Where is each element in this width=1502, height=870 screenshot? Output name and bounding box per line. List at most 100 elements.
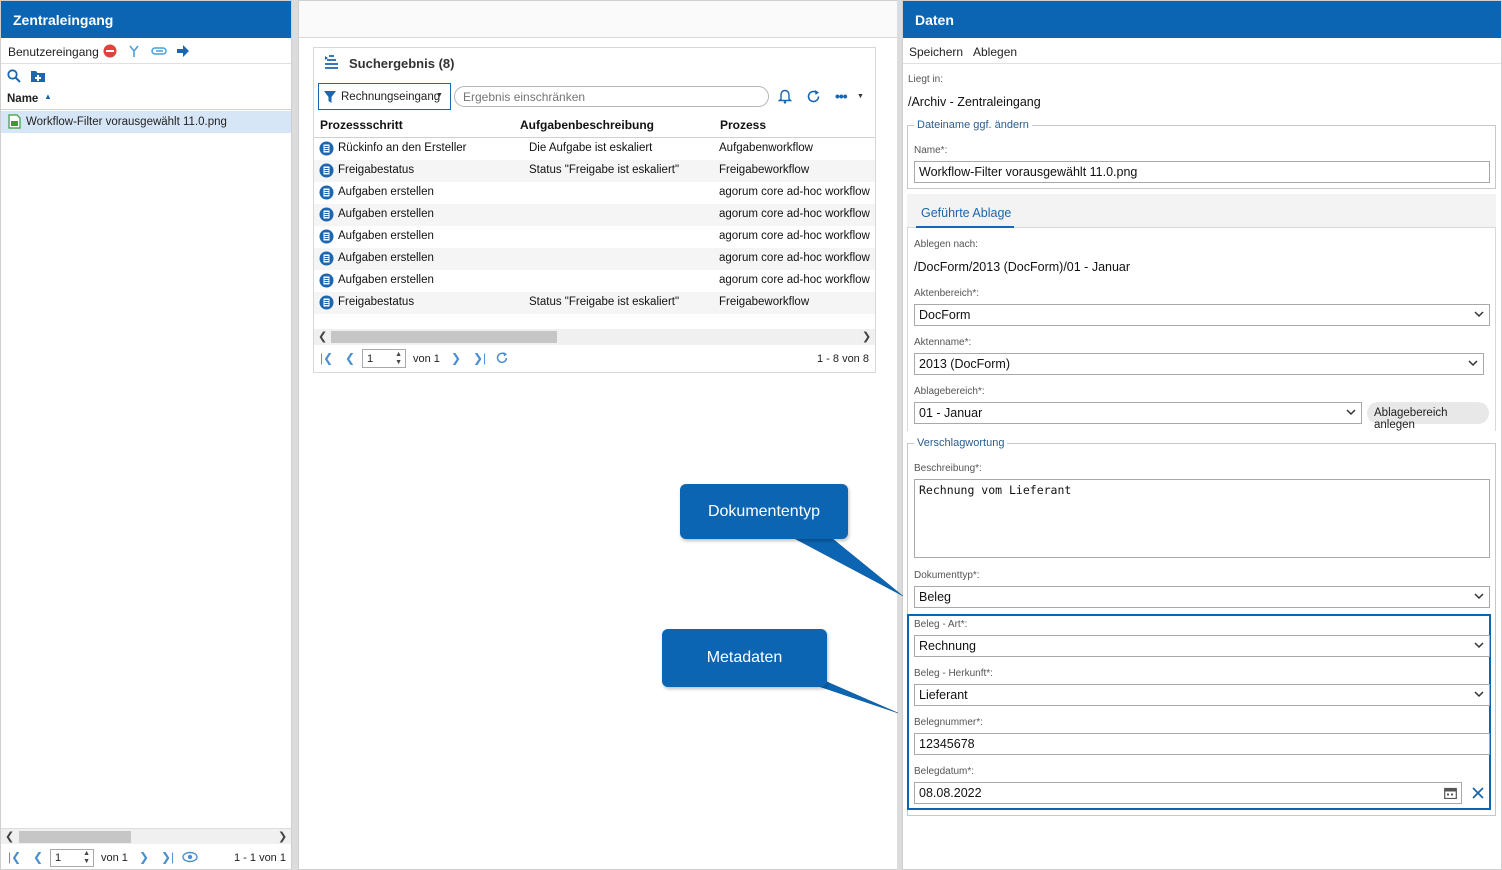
column-prozessschritt[interactable]: Prozessschritt xyxy=(320,118,403,132)
left-pager: |❮ ❮ 1 ▲ ▼ von 1 ❯ ❯| 1 - 1 von 1 xyxy=(1,847,291,869)
page-number: 1 xyxy=(367,353,374,365)
beleg-herkunft-select[interactable]: Lieferant xyxy=(914,684,1490,706)
beleg-art-value: Rechnung xyxy=(919,639,976,653)
ablagebereich-anlegen-button[interactable]: Ablagebereich anlegen xyxy=(1367,402,1489,431)
beleg-art-select[interactable]: Rechnung xyxy=(914,635,1490,657)
scroll-right-icon[interactable]: ❯ xyxy=(278,830,287,843)
aktenbereich-select[interactable]: DocForm xyxy=(914,304,1490,326)
column-aufgabenbeschreibung[interactable]: Aufgabenbeschreibung xyxy=(520,118,654,132)
search-input[interactable] xyxy=(454,86,769,107)
ablegen-button[interactable]: Ablegen xyxy=(973,45,1017,59)
table-row[interactable]: Aufgaben erstellen agorum core ad-hoc wor… xyxy=(314,204,875,226)
branch-icon[interactable] xyxy=(127,44,141,58)
name-column-label: Name xyxy=(7,93,39,105)
workflow-task-icon xyxy=(319,273,334,288)
table-row[interactable]: Freigabestatus Status "Freigabe ist eskal… xyxy=(314,292,875,314)
refresh-icon[interactable] xyxy=(806,89,821,104)
table-row[interactable]: Freigabestatus Status "Freigabe ist eskal… xyxy=(314,160,875,182)
next-page-icon[interactable]: ❯ xyxy=(451,351,461,365)
tab-gefuehrte-ablage[interactable]: Geführte Ablage xyxy=(916,204,1014,228)
verschlagwortung-legend: Verschlagwortung xyxy=(914,437,1008,449)
scroll-thumb[interactable] xyxy=(19,831,131,843)
new-folder-icon[interactable] xyxy=(30,69,46,83)
page-input[interactable]: 1 ▲ ▼ xyxy=(362,349,406,368)
name-field[interactable]: Workflow-Filter vorausgewählt 11.0.png xyxy=(914,161,1490,183)
table-row[interactable]: Aufgaben erstellen agorum core ad-hoc wor… xyxy=(314,270,875,292)
bell-icon[interactable] xyxy=(778,89,792,104)
cell-step: Aufgaben erstellen xyxy=(338,186,434,198)
table-row[interactable]: Rückinfo an den Ersteller Die Aufgabe ist… xyxy=(314,138,875,160)
attachment-icon[interactable] xyxy=(151,44,167,58)
belegdatum-value: 08.08.2022 xyxy=(919,786,982,800)
left-toolbar-2 xyxy=(1,64,291,88)
table-row[interactable]: Aufgaben erstellen agorum core ad-hoc wor… xyxy=(314,248,875,270)
callout-dokumententyp: Dokumententyp xyxy=(680,484,848,539)
left-hscrollbar[interactable]: ❮ ❯ xyxy=(1,828,291,844)
scroll-left-icon[interactable]: ❮ xyxy=(5,830,14,843)
benutzereingang-label[interactable]: Benutzereingang xyxy=(8,45,99,59)
filter-icon xyxy=(323,90,337,104)
spinner-icon[interactable]: ▲ ▼ xyxy=(83,850,90,866)
scroll-left-icon[interactable]: ❮ xyxy=(318,330,327,343)
next-page-icon[interactable]: ❯ xyxy=(139,850,149,864)
scroll-thumb[interactable] xyxy=(331,331,557,343)
beleg-art-label: Beleg - Art*: xyxy=(914,619,968,630)
filter-button[interactable]: Rechnungseingang ▼ xyxy=(318,83,451,110)
center-header-bar xyxy=(299,1,897,38)
calendar-icon[interactable] xyxy=(1444,787,1457,799)
page-input[interactable]: 1 ▲ ▼ xyxy=(50,849,94,867)
clear-date-icon[interactable] xyxy=(1471,786,1485,800)
arrow-right-icon[interactable] xyxy=(176,44,190,58)
last-page-icon[interactable]: ❯| xyxy=(161,850,174,864)
last-page-icon[interactable]: ❯| xyxy=(473,351,486,365)
center-hscrollbar[interactable]: ❮ ❯ xyxy=(314,329,875,345)
tab-content xyxy=(907,228,1496,431)
left-column-header[interactable]: Name ▲ xyxy=(1,88,291,110)
save-button[interactable]: Speichern xyxy=(909,45,963,59)
location-value: /Archiv - Zentraleingang xyxy=(908,95,1041,109)
result-list-icon xyxy=(323,55,339,69)
aktenname-label: Aktenname*: xyxy=(914,337,972,348)
table-row[interactable]: Aufgaben erstellen agorum core ad-hoc wor… xyxy=(314,182,875,204)
dokumenttyp-select[interactable]: Beleg xyxy=(914,586,1490,608)
cell-description: Status "Freigabe ist eskaliert" xyxy=(529,164,680,176)
column-prozess[interactable]: Prozess xyxy=(720,118,766,132)
scroll-right-icon[interactable]: ❯ xyxy=(862,330,871,343)
ablagebereich-anlegen-label: Ablagebereich anlegen xyxy=(1374,407,1448,431)
ablegen-nach-label: Ablegen nach: xyxy=(914,239,978,250)
belegnummer-field[interactable]: 12345678 xyxy=(914,733,1490,755)
belegdatum-field[interactable]: 08.08.2022 xyxy=(914,782,1462,804)
eye-icon[interactable] xyxy=(182,851,198,863)
search-icon[interactable] xyxy=(7,69,21,83)
beleg-herkunft-label: Beleg - Herkunft*: xyxy=(914,668,993,679)
ablagebereich-select[interactable]: 01 - Januar xyxy=(914,402,1362,424)
prev-page-icon[interactable]: ❮ xyxy=(345,351,355,365)
more-icon[interactable]: ••• xyxy=(835,88,848,104)
stop-icon[interactable] xyxy=(103,44,117,58)
cell-process: agorum core ad-hoc workflow xyxy=(719,186,870,198)
sort-asc-icon: ▲ xyxy=(44,92,52,101)
refresh-icon[interactable] xyxy=(495,351,509,365)
list-item[interactable]: Workflow-Filter vorausgewählt 11.0.png xyxy=(1,111,291,133)
page-range: 1 - 8 von 8 xyxy=(817,353,869,365)
cell-step: Aufgaben erstellen xyxy=(338,252,434,264)
workflow-task-icon xyxy=(319,207,334,222)
cell-process: Freigabeworkflow xyxy=(719,296,810,308)
more-caret-icon[interactable]: ▼ xyxy=(857,93,864,100)
page-range: 1 - 1 von 1 xyxy=(234,852,286,864)
first-page-icon[interactable]: |❮ xyxy=(320,351,333,365)
cell-description: Status "Freigabe ist eskaliert" xyxy=(529,296,680,308)
aktenbereich-label: Aktenbereich*: xyxy=(914,288,980,299)
beschreibung-label: Beschreibung*: xyxy=(914,463,982,474)
tab-label: Geführte Ablage xyxy=(921,206,1012,220)
spinner-icon[interactable]: ▲ ▼ xyxy=(395,351,402,367)
beschreibung-textarea[interactable]: Rechnung vom Lieferant xyxy=(914,479,1490,558)
first-page-icon[interactable]: |❮ xyxy=(8,850,21,864)
cell-process: Freigabeworkflow xyxy=(719,164,810,176)
location-label: Liegt in: xyxy=(908,74,944,85)
name-label: Name*: xyxy=(914,145,948,156)
prev-page-icon[interactable]: ❮ xyxy=(33,850,43,864)
aktenname-select[interactable]: 2013 (DocForm) xyxy=(914,353,1484,375)
page-of: von 1 xyxy=(101,852,128,864)
table-row[interactable]: Aufgaben erstellen agorum core ad-hoc wor… xyxy=(314,226,875,248)
